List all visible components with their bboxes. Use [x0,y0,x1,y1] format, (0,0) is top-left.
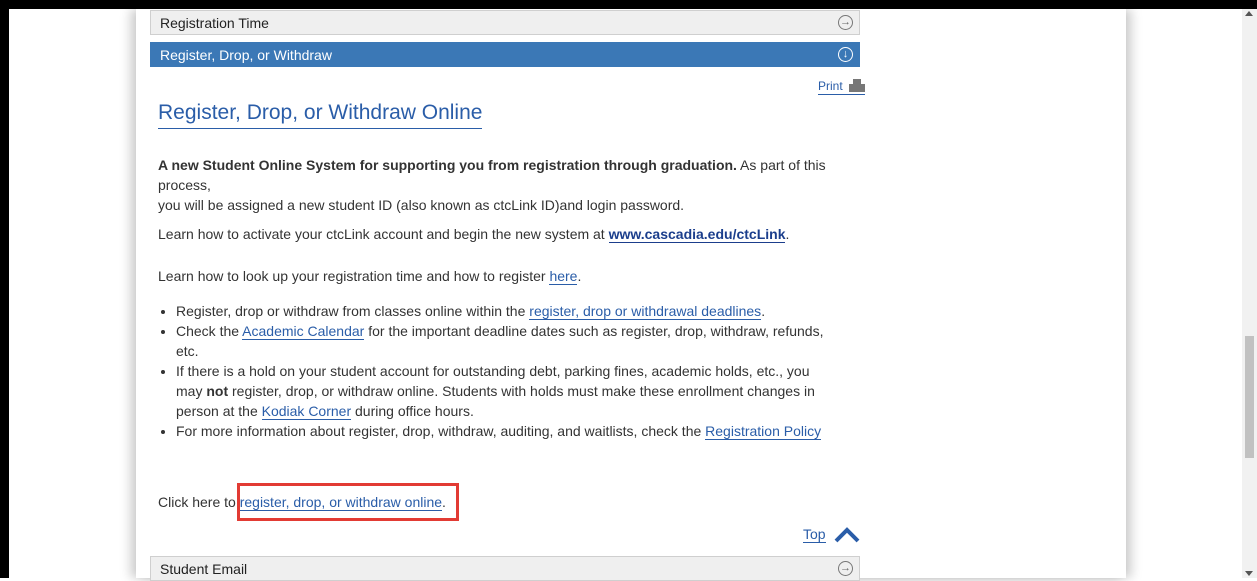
accordion-label: Registration Time [160,14,269,31]
list-item: For more information about register, dro… [176,421,876,441]
intro-line2: you will be assigned a new student ID (a… [158,197,685,213]
vertical-scrollbar[interactable] [1242,9,1257,578]
deadlines-link[interactable]: register, drop or withdrawal deadlines [529,303,762,320]
accordion-register-drop-withdraw[interactable]: Register, Drop, or Withdraw ↓ [150,42,860,67]
info-bullet-list: Register, drop or withdraw from classes … [158,301,876,441]
activate-paragraph: Learn how to activate your ctcLink accou… [158,224,789,244]
list-item: If there is a hold on your student accou… [176,361,876,421]
click-here-text: Click here to [158,494,240,510]
chevron-up-icon [834,526,859,542]
accordion-label: Student Email [160,560,248,577]
arrow-right-circle-icon: → [838,15,853,30]
activate-end: . [785,226,790,242]
bullet-text: may [176,383,207,399]
print-link[interactable]: Print [818,79,865,95]
lookup-text: Learn how to look up your registration t… [158,268,550,284]
registration-policy-link[interactable]: Registration Policy [705,423,822,440]
intro-bold: A new Student Online System for supporti… [158,157,737,173]
section-title: Register, Drop, or Withdraw Online [158,101,483,129]
lookup-end: . [577,268,582,284]
ctclink-link[interactable]: www.cascadia.edu/ctcLink [608,226,786,243]
window-top-border [0,0,1257,9]
kodiak-corner-link[interactable]: Kodiak Corner [261,403,352,420]
accordion-registration-time[interactable]: Registration Time → [150,10,860,35]
academic-calendar-link[interactable]: Academic Calendar [242,323,365,340]
top-label: Top [803,526,826,543]
printer-icon [848,79,865,93]
scrollbar-thumb[interactable] [1245,336,1254,458]
bullet-text: etc. [176,343,199,359]
arrow-down-circle-icon: ↓ [838,47,853,62]
list-item: Register, drop or withdraw from classes … [176,301,876,321]
bullet-bold-not: not [206,383,229,399]
bullet-text: Register, drop or withdraw from classes … [176,303,530,319]
content-panel: Registration Time → Register, Drop, or W… [136,9,1126,581]
back-to-top-link[interactable]: Top [803,526,860,543]
accordion-student-email[interactable]: Student Email → [150,556,860,581]
bullet-text: for the important deadline dates such as… [364,323,824,339]
bullet-text: If there is a hold on your student accou… [176,363,810,379]
intro-paragraph: A new Student Online System for supporti… [158,155,868,215]
bullet-text: person at the [176,403,262,419]
bullet-text: register, drop, or withdraw online. Stud… [228,383,815,399]
here-link[interactable]: here [549,268,578,285]
bullet-text: during office hours. [351,403,474,419]
bullet-text: Check the [176,323,243,339]
lookup-paragraph: Learn how to look up your registration t… [158,266,581,286]
arrow-right-circle-icon: → [838,561,853,576]
activate-text: Learn how to activate your ctcLink accou… [158,226,609,242]
bullet-text: For more information about register, dro… [176,423,706,439]
highlight-box [237,483,459,521]
accordion-label: Register, Drop, or Withdraw [160,46,332,63]
print-label: Print [818,79,843,93]
window-left-border [0,0,9,578]
list-item: Check the Academic Calendar for the impo… [176,321,876,361]
scroll-up-arrow-icon[interactable] [1245,11,1253,16]
bullet-end: . [761,303,766,319]
scroll-down-arrow-icon[interactable] [1245,571,1253,576]
